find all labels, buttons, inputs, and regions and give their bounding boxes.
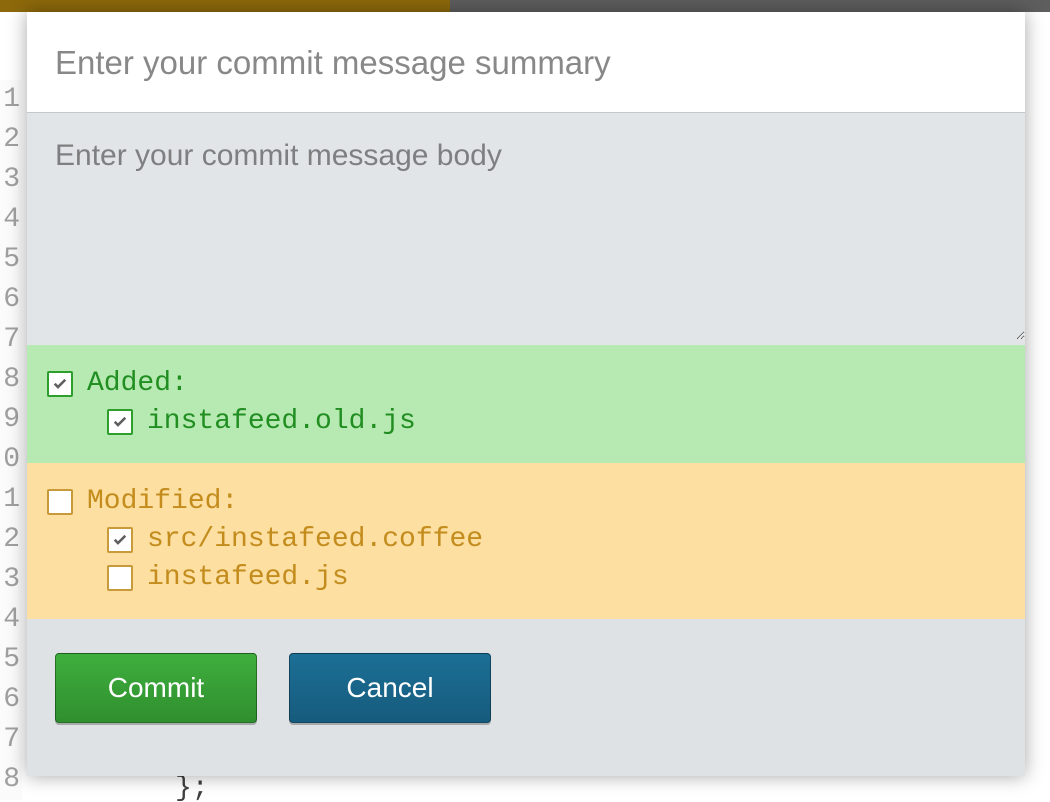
modified-heading-label: Modified: [87,483,238,521]
modified-file-name[interactable]: instafeed.js [147,559,349,597]
modified-group-checkbox[interactable] [47,489,73,515]
cancel-button[interactable]: Cancel [289,653,491,723]
added-heading-label: Added: [87,365,188,403]
modified-file-row: instafeed.js [47,559,1005,597]
modified-file-name[interactable]: src/instafeed.coffee [147,521,483,559]
commit-button[interactable]: Commit [55,653,257,723]
commit-summary-row [27,12,1025,113]
modified-file-checkbox[interactable] [107,527,133,553]
modified-file-checkbox[interactable] [107,565,133,591]
active-tab-background [0,0,450,12]
dialog-button-row: Commit Cancel [27,619,1025,757]
commit-body-textarea[interactable] [27,113,1025,340]
added-heading-row: Added: [47,365,1005,403]
added-files-section: Added: instafeed.old.js [27,345,1025,463]
line-number-gutter: 1 2 3 4 5 6 7 8 9 0 1 2 3 4 5 6 7 8 [0,80,22,800]
checkmark-icon [111,413,129,431]
checkmark-icon [51,375,69,393]
added-group-checkbox[interactable] [47,371,73,397]
commit-summary-input[interactable] [27,12,1025,112]
modified-file-row: src/instafeed.coffee [47,521,1005,559]
added-file-checkbox[interactable] [107,409,133,435]
commit-dialog: Added: instafeed.old.js Modified: src/in… [27,12,1025,776]
added-file-name[interactable]: instafeed.old.js [147,403,416,441]
added-file-row: instafeed.old.js [47,403,1005,441]
background-code-line: }; [175,773,209,802]
checkmark-icon [111,531,129,549]
modified-heading-row: Modified: [47,483,1005,521]
modified-files-section: Modified: src/instafeed.coffee instafeed… [27,463,1025,619]
commit-body-row [27,113,1025,345]
